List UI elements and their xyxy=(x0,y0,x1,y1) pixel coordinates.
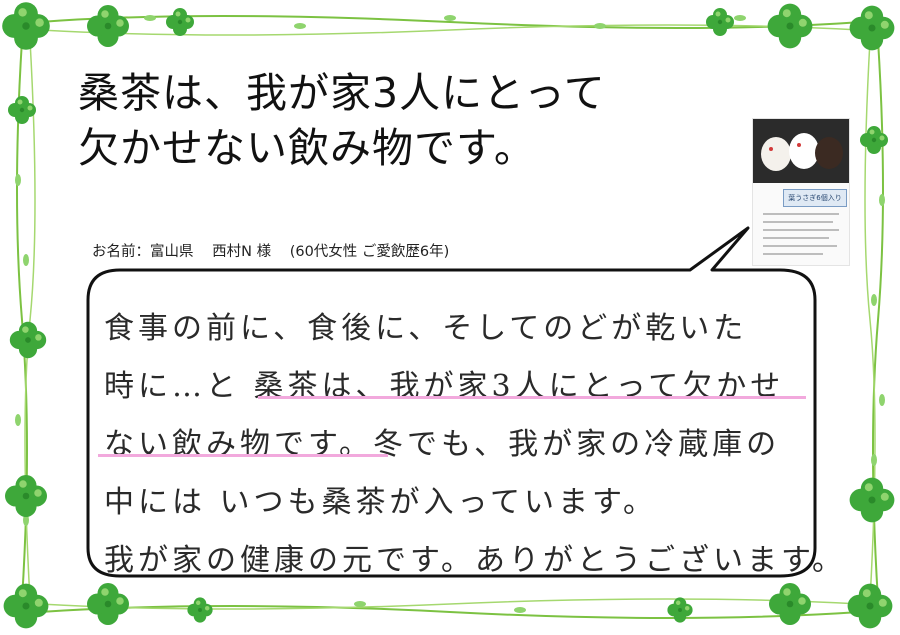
title-line-2: 欠かせない飲み物です。 xyxy=(78,124,536,172)
author-info: お名前：富山県 西村N 様 (60代女性 ご愛飲歴6年) xyxy=(92,240,463,261)
author-detail: (60代女性 ご愛飲歴6年) xyxy=(289,244,450,260)
testimonial-line-4: 中には いつも桑茶が入っています。 xyxy=(104,485,658,520)
testimonial-line-2: 時に…と 桑茶は、我が家3人にとって欠かせ xyxy=(104,369,785,404)
product-image xyxy=(753,119,849,183)
testimonial-line-5: 我が家の健康の元です。ありがとうございます。 xyxy=(104,543,846,578)
page-title: 桑茶は、我が家3人にとって 欠かせない飲み物です。 xyxy=(78,66,606,176)
highlight-underline-1 xyxy=(258,396,806,399)
product-label: 葉うさぎ6個入り xyxy=(783,189,847,207)
title-line-1: 桑茶は、我が家3人にとって xyxy=(78,69,606,117)
testimonial-page: 桑茶は、我が家3人にとって 欠かせない飲み物です。 お名前：富山県 西村N 様 … xyxy=(0,0,900,635)
author-name: 西村N 様 xyxy=(212,244,272,260)
testimonial-line-1: 食事の前に、食後に、そしてのどが乾いた xyxy=(104,311,748,346)
testimonial-line-3: ない飲み物です。冬でも、我が家の冷蔵庫の xyxy=(104,427,781,462)
product-photo: 葉うさぎ6個入り xyxy=(752,118,850,266)
handwritten-testimonial: 食事の前に、食後に、そしてのどが乾いた 時に…と 桑茶は、我が家3人にとって欠か… xyxy=(104,300,846,590)
author-label: お名前：富山県 xyxy=(92,244,194,260)
highlight-underline-2 xyxy=(98,454,388,457)
